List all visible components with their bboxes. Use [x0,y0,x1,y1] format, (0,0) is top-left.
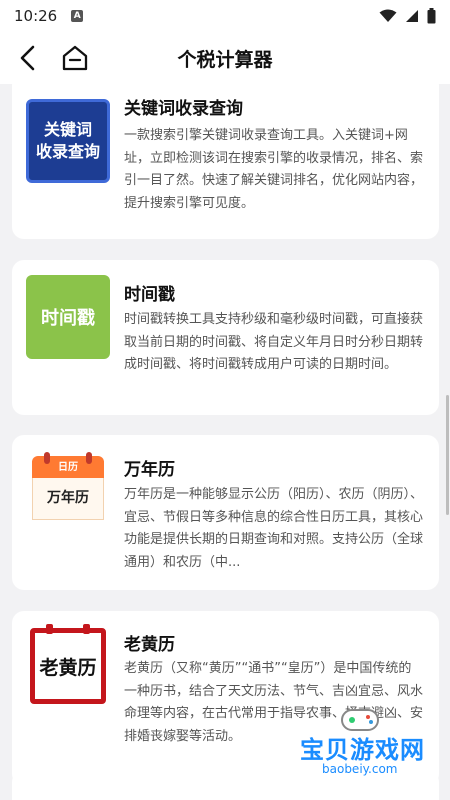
tool-list: 关键词 收录查询 关键词收录查询 一款搜索引擎关键词收录查询工具。入关键词+网址… [0,84,450,800]
card-title: 关键词收录查询 [124,99,243,119]
card-title: 万年历 [124,460,175,480]
home-button[interactable] [60,44,90,72]
card-description: 万年历是一种能够显示公历（阳历）、农历（阴历）、宜忌、节假日等多种信息的综合性日… [124,487,424,570]
watermark-text: 宝贝游戏网 [300,736,425,764]
watermark: 宝贝游戏网 baobeiy.com [300,700,440,780]
calendar-label: 万年历 [32,478,104,520]
timestamp-icon: 时间戳 [26,275,110,359]
wifi-icon [379,9,397,22]
back-button[interactable] [14,44,42,72]
notification-icon: A [71,10,84,22]
icon-text-line2: 收录查询 [35,142,100,161]
home-icon [62,45,88,71]
app-header: 个税计算器 [0,32,450,84]
calendar-ring [86,452,92,464]
almanac-label: 老黄历 [30,628,106,704]
icon-text-line1: 关键词 [43,120,92,139]
status-time: 10:26 [14,7,58,25]
chevron-left-icon [20,45,35,71]
calendar-icon: 日历 万年历 [26,450,110,534]
scrollbar[interactable] [446,395,449,515]
almanac-ring [46,624,53,634]
card-description: 时间戳转换工具支持秒级和毫秒级时间戳，可直接获取当前日期的时间戳、将自定义年月日… [124,312,424,372]
tool-card-perpetual-calendar[interactable]: 日历 万年历 万年历 万年历是一种能够显示公历（阳历）、农历（阴历）、宜忌、节假… [12,435,439,590]
tool-card-timestamp[interactable]: 时间戳 时间戳 时间戳转换工具支持秒级和毫秒级时间戳，可直接获取当前日期的时间戳… [12,260,439,415]
almanac-ring [83,624,90,634]
icon-text: 时间戳 [41,308,95,329]
card-title: 老黄历 [124,635,175,655]
tool-card-keyword[interactable]: 关键词 收录查询 关键词收录查询 一款搜索引擎关键词收录查询工具。入关键词+网址… [12,84,439,239]
calendar-ring [44,452,50,464]
watermark-url: baobeiy.com [322,762,398,776]
almanac-icon: 老黄历 [26,624,110,708]
battery-icon [427,8,436,24]
keyword-query-icon: 关键词 收录查询 [26,99,110,183]
card-description: 一款搜索引擎关键词收录查询工具。入关键词+网址，立即检测该词在搜索引擎的收录情况… [124,128,424,211]
status-icons [379,8,436,24]
status-bar: 10:26 A [0,0,450,32]
calendar-tag: 日历 [32,456,104,478]
card-title: 时间戳 [124,285,175,305]
signal-icon [406,10,418,22]
